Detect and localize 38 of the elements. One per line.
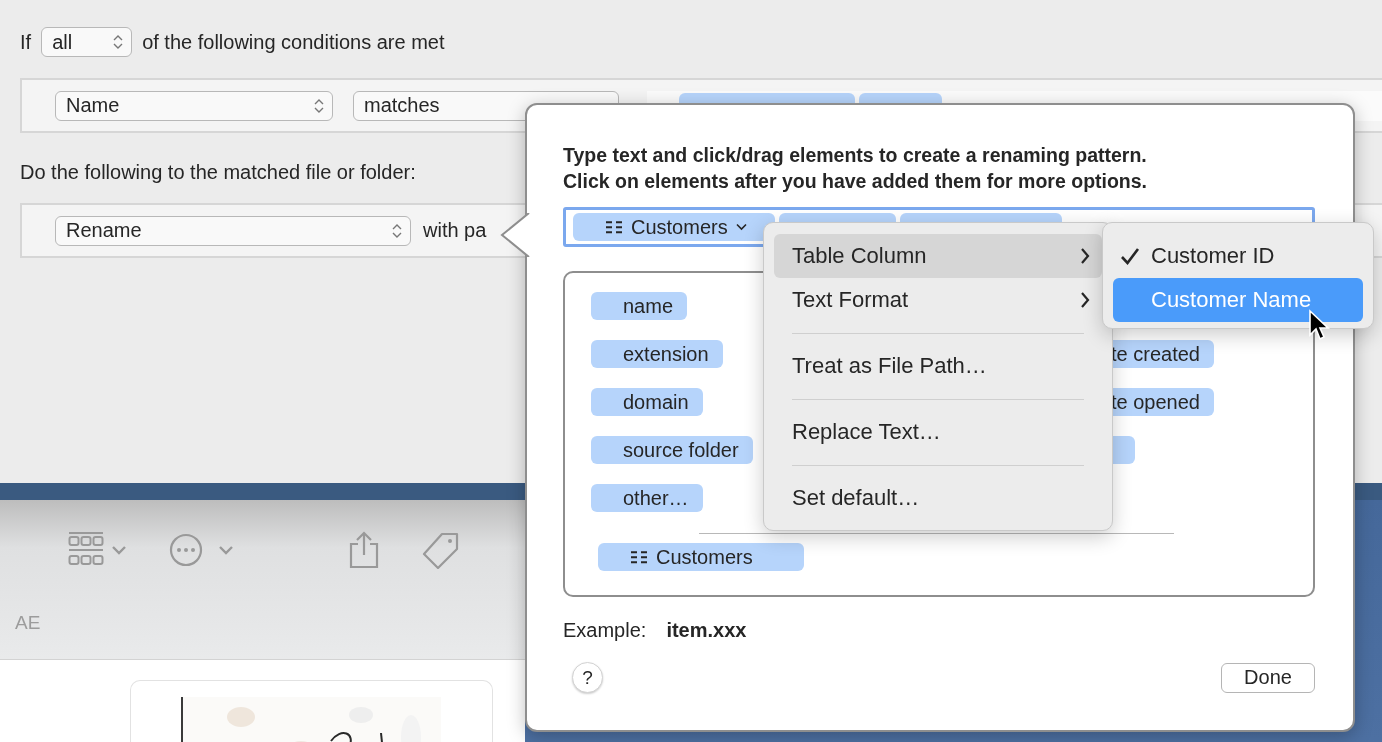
chevron-down-icon[interactable]	[218, 545, 234, 555]
condition-label: of the following conditions are met	[142, 30, 445, 54]
quantifier-select[interactable]: all	[41, 27, 133, 57]
token[interactable]: source folder	[591, 436, 753, 464]
up-down-arrows-icon	[392, 222, 402, 239]
menu-item[interactable]: Customer ID	[1113, 234, 1363, 278]
table-icon	[605, 219, 623, 235]
action-select[interactable]: Rename	[55, 215, 411, 246]
up-down-arrows-icon	[314, 97, 324, 114]
caret-icon	[735, 223, 747, 231]
done-button[interactable]: Done	[1221, 662, 1315, 693]
condition-label: If	[20, 30, 32, 54]
action-header: Do the following to the matched file or folder:	[20, 160, 416, 184]
action-label: with pa	[423, 219, 487, 242]
section-label: AE	[15, 612, 42, 634]
more-icon[interactable]	[169, 533, 203, 567]
chevron-right-icon	[1080, 291, 1090, 309]
help-button[interactable]: ?	[572, 662, 603, 693]
table-icon	[630, 549, 648, 565]
example-label: Example:	[563, 618, 647, 642]
instruction-text: Click on elements after you have added them for more options.	[563, 169, 1149, 194]
token[interactable]: extension	[591, 340, 723, 368]
chevron-right-icon	[1080, 247, 1090, 265]
share-icon[interactable]	[348, 531, 380, 569]
token[interactable]: Customers	[598, 543, 804, 571]
example-value: item.xxx	[666, 618, 747, 642]
tag-icon[interactable]	[422, 531, 460, 569]
chevron-down-icon[interactable]	[111, 545, 127, 555]
instruction-text: Type text and click/drag elements to create a renaming pattern.	[563, 143, 1148, 168]
menu-item[interactable]: Table Column	[774, 234, 1102, 278]
menu-item[interactable]: Text Format	[774, 278, 1102, 322]
token[interactable]: name	[591, 292, 688, 320]
token[interactable]: domain	[591, 388, 703, 416]
token[interactable]: other…	[591, 484, 703, 512]
token[interactable]: Customers	[573, 213, 775, 241]
menu-item[interactable]: Set default…	[774, 476, 1102, 520]
attribute-select[interactable]: Name	[55, 90, 333, 121]
up-down-arrows-icon	[113, 34, 124, 50]
